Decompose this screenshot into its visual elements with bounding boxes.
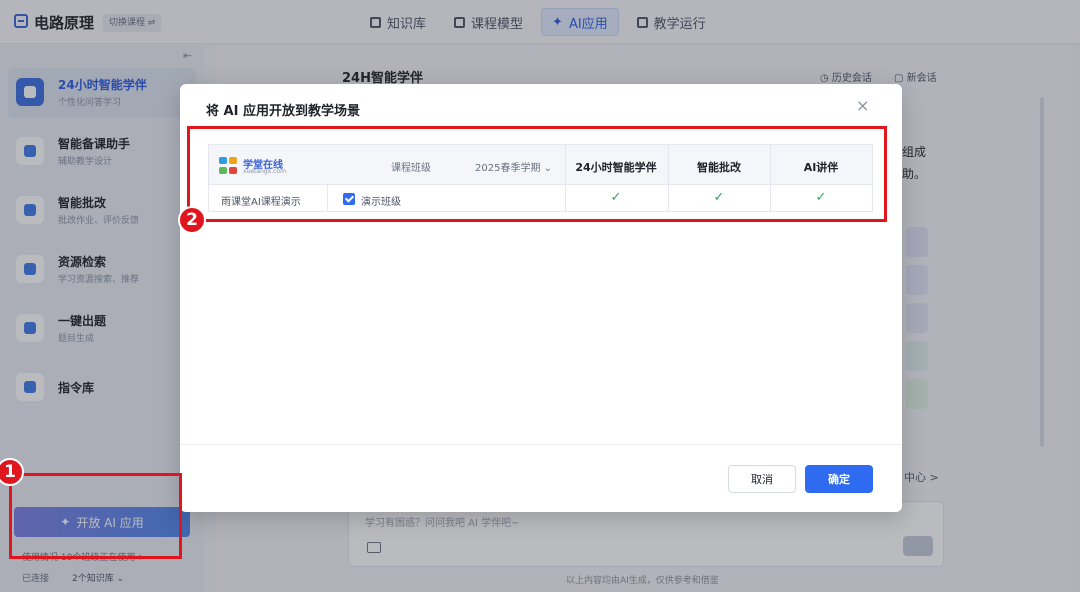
cancel-button[interactable]: 取消 (728, 465, 796, 493)
dialog-title: 将 AI 应用开放到教学场景 (206, 104, 360, 119)
annotation-marker-2: 2 (178, 206, 206, 234)
annotation-box-2 (187, 126, 887, 222)
confirm-button[interactable]: 确定 (805, 465, 873, 493)
dialog-footer-divider (180, 444, 902, 445)
annotation-box-1 (9, 473, 182, 559)
close-icon[interactable]: × (856, 96, 869, 115)
